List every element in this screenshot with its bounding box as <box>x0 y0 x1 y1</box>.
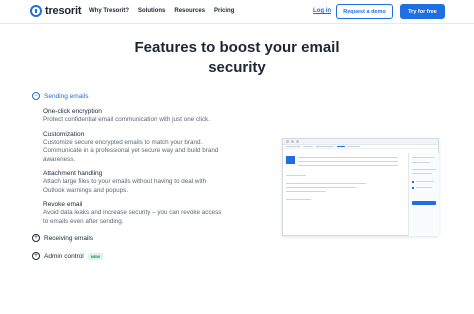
try-for-free-button[interactable]: Try for free <box>400 4 445 19</box>
feature-description: Communicate in a professional yet secure… <box>43 147 219 154</box>
plus-circle-icon: + <box>32 234 40 242</box>
feature-description: awareness. <box>43 155 76 163</box>
mock-tresorit-sidepanel <box>408 153 439 236</box>
receiving-emails-toggle[interactable]: + Receiving emails <box>32 232 247 244</box>
feature-title: Revoke email <box>43 201 83 208</box>
feature-description: Attach large files to your emails withou… <box>43 178 207 185</box>
admin-control-label: Admin control <box>44 252 84 260</box>
nav-resources[interactable]: Resources <box>174 8 205 14</box>
features-accordion: − Sending emails One-click encryption Pr… <box>32 90 247 262</box>
receiving-emails-label: Receiving emails <box>44 234 94 242</box>
feature-description: Avoid data leaks and increase security –… <box>43 209 222 216</box>
sending-emails-toggle[interactable]: − Sending emails <box>32 90 247 102</box>
feature-description: Outlook warnings and popups. <box>43 186 129 194</box>
page-title: Features to boost your email security <box>0 38 474 78</box>
feature-one-click-encryption: One-click encryption Protect confidentia… <box>43 107 247 125</box>
feature-title: Attachment handling <box>43 170 103 177</box>
request-demo-button[interactable]: Request a demo <box>336 4 393 19</box>
sending-emails-label: Sending emails <box>44 92 89 100</box>
new-badge: NEW <box>87 252 104 260</box>
mock-toolbar <box>283 145 438 149</box>
nav-why-tresorit[interactable]: Why Tresorit? <box>89 8 129 14</box>
feature-title: One-click encryption <box>43 108 102 115</box>
tresorit-logo-icon <box>30 5 42 17</box>
top-navigation-bar: tresorit Why Tresorit? Solutions Resourc… <box>0 0 474 24</box>
feature-revoke-email: Revoke email Avoid data leaks and increa… <box>43 200 247 226</box>
feature-description: Customize secure encrypted emails to mat… <box>43 138 203 146</box>
feature-customization: Customization Customize secure encrypted… <box>43 130 247 165</box>
mock-email-compose <box>283 153 408 237</box>
nav-pricing[interactable]: Pricing <box>214 8 234 14</box>
tresorit-logo[interactable]: tresorit <box>30 5 82 17</box>
plus-circle-icon: + <box>32 252 40 260</box>
sending-emails-panel: One-click encryption Protect confidentia… <box>43 107 247 226</box>
feature-description: Protect confidential email communication… <box>43 116 210 123</box>
logo-text: tresorit <box>45 5 82 17</box>
admin-control-toggle[interactable]: + Admin control NEW <box>32 250 247 262</box>
minus-circle-icon: − <box>32 92 40 100</box>
feature-description: to emails even after sending. <box>43 217 124 225</box>
feature-attachment-handling: Attachment handling Attach large files t… <box>43 169 247 195</box>
nav-solutions[interactable]: Solutions <box>138 8 165 14</box>
outlook-screenshot-illustration <box>282 138 439 236</box>
main-nav: Why Tresorit? Solutions Resources Pricin… <box>89 8 243 14</box>
login-link[interactable]: Log in <box>313 8 331 14</box>
page-title-line-1: Features to boost your email <box>134 39 340 56</box>
feature-title: Customization <box>43 130 85 138</box>
page-title-line-2: security <box>208 59 266 76</box>
